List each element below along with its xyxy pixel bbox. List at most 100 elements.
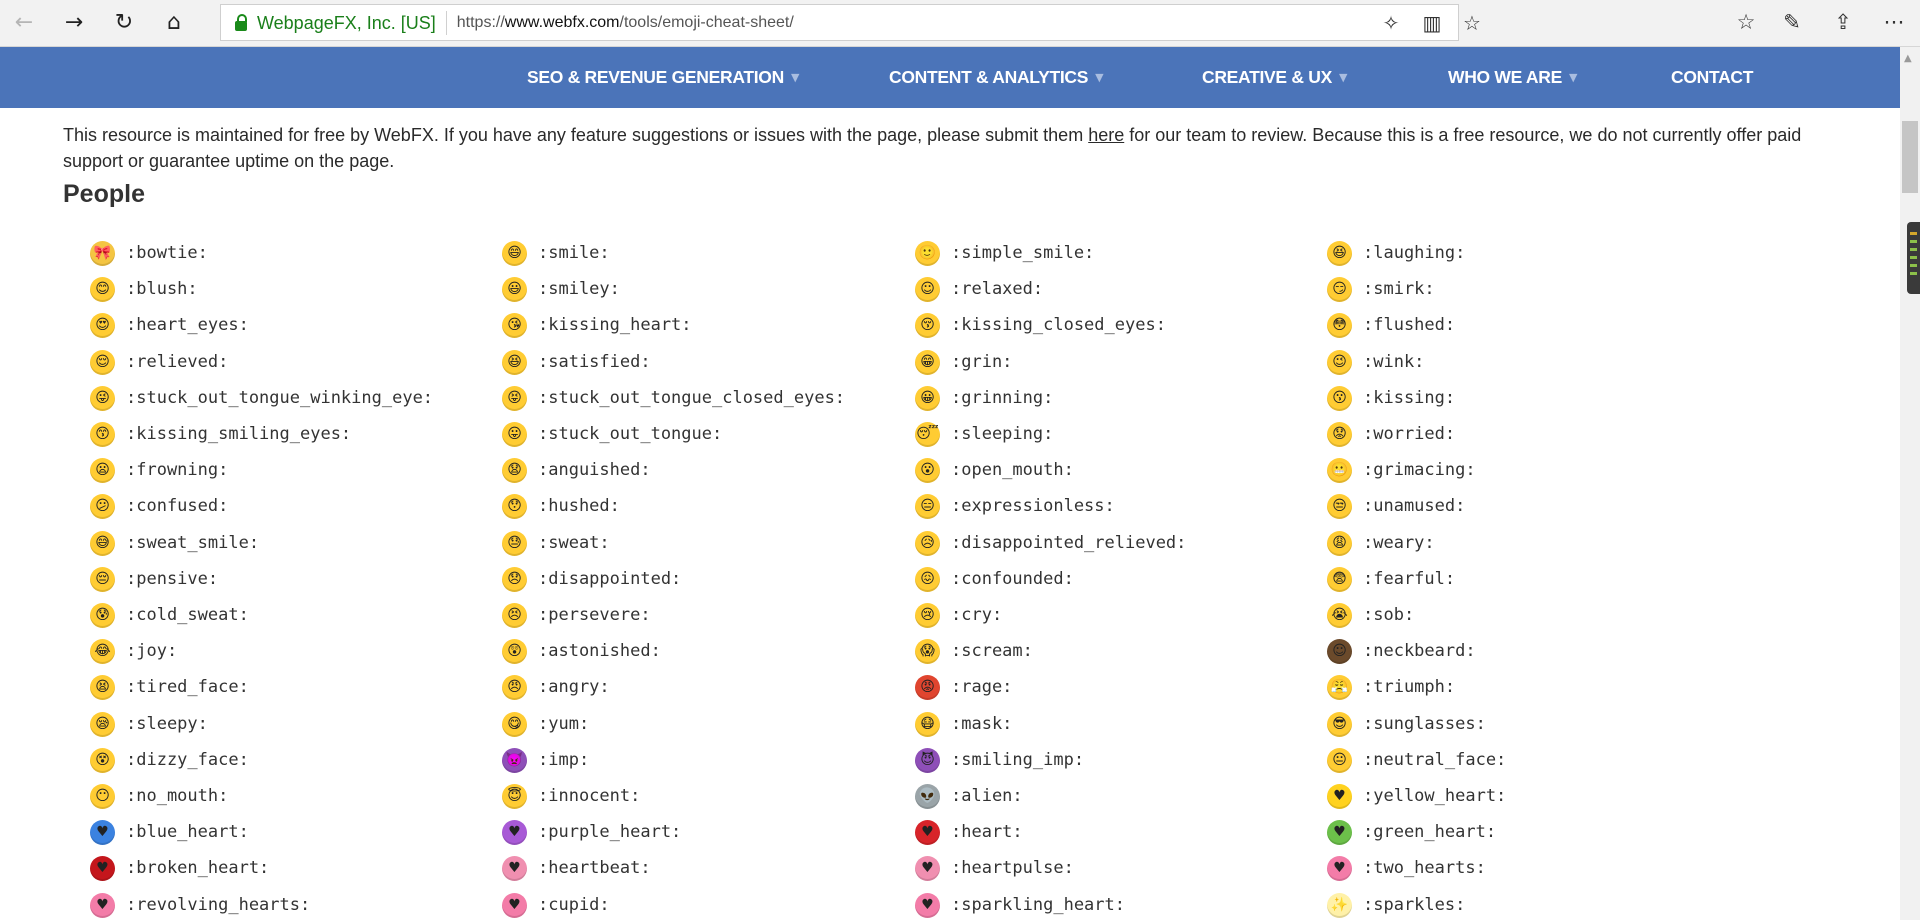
emoji-item[interactable]: 😪:sleepy: bbox=[90, 709, 208, 739]
emoji-item[interactable]: ♥:sparkling_heart: bbox=[915, 890, 1125, 920]
emoji-item[interactable]: 😕:confused: bbox=[90, 491, 228, 521]
emoji-item[interactable]: 😭:sob: bbox=[1327, 600, 1414, 630]
emoji-item[interactable]: ✨:sparkles: bbox=[1327, 890, 1465, 920]
emoji-item[interactable]: 😥:disappointed_relieved: bbox=[915, 528, 1186, 558]
emoji-item[interactable]: 😖:confounded: bbox=[915, 564, 1074, 594]
reading-view-button[interactable]: ▥ bbox=[1414, 5, 1450, 40]
add-favorite-button[interactable]: ☆ bbox=[1454, 5, 1490, 40]
forward-button[interactable]: → bbox=[54, 5, 94, 39]
emoji-item[interactable]: 😆:satisfied: bbox=[502, 347, 651, 377]
emoji-item[interactable]: ♥:green_heart: bbox=[1327, 817, 1496, 847]
site-identity[interactable]: WebpageFX, Inc. [US] bbox=[257, 10, 447, 35]
emoji-item[interactable]: 😰:cold_sweat: bbox=[90, 600, 249, 630]
emoji-item[interactable]: 😞:disappointed: bbox=[502, 564, 681, 594]
emoji-item[interactable]: ♥:cupid: bbox=[502, 890, 610, 920]
address-bar[interactable]: WebpageFX, Inc. [US] https://www.webfx.c… bbox=[220, 4, 1481, 41]
emoji-item[interactable]: 😊:blush: bbox=[90, 274, 198, 304]
emoji-item[interactable]: ♥:yellow_heart: bbox=[1327, 781, 1506, 811]
emoji-item[interactable]: 😙:kissing_smiling_eyes: bbox=[90, 419, 351, 449]
emoji-item[interactable]: 😛:stuck_out_tongue: bbox=[502, 419, 722, 449]
url-text[interactable]: https://www.webfx.com/tools/emoji-cheat-… bbox=[457, 14, 794, 32]
emoji-item[interactable]: 😒:unamused: bbox=[1327, 491, 1465, 521]
emoji-item[interactable]: 😄:smile: bbox=[502, 238, 610, 268]
emoji-item[interactable]: 😬:grimacing: bbox=[1327, 455, 1476, 485]
emoji-item[interactable]: 😳:flushed: bbox=[1327, 310, 1455, 340]
emoji-item[interactable]: 😔:pensive: bbox=[90, 564, 218, 594]
nav-contact[interactable]: CONTACT bbox=[1671, 47, 1753, 108]
emoji-item[interactable]: ♥:blue_heart: bbox=[90, 817, 249, 847]
scroll-up-icon[interactable]: ▲ bbox=[1904, 53, 1912, 64]
emoji-item[interactable]: 😀:grinning: bbox=[915, 383, 1053, 413]
emoji-item[interactable]: ♥:heartpulse: bbox=[915, 853, 1074, 883]
emoji-item[interactable]: 😧:anguished: bbox=[502, 455, 651, 485]
notes-button[interactable]: ✎ bbox=[1772, 6, 1812, 38]
emoji-item[interactable]: 😆:laughing: bbox=[1327, 238, 1465, 268]
nav-who-we-are[interactable]: WHO WE ARE ▼ bbox=[1448, 47, 1577, 108]
emoji-item[interactable]: 😇:innocent: bbox=[502, 781, 640, 811]
emoji-item[interactable]: 👽:alien: bbox=[915, 781, 1023, 811]
home-button[interactable]: ⌂ bbox=[154, 5, 194, 39]
emoji-item[interactable]: 😢:cry: bbox=[915, 600, 1002, 630]
emoji-item[interactable]: 😯:hushed: bbox=[502, 491, 620, 521]
emoji-item[interactable]: 😓:sweat: bbox=[502, 528, 610, 558]
share-button[interactable]: ⇪ bbox=[1823, 6, 1863, 38]
nav-seo-revenue[interactable]: SEO & REVENUE GENERATION ▼ bbox=[527, 47, 799, 108]
emoji-item[interactable]: 😂:joy: bbox=[90, 636, 177, 666]
emoji-item[interactable]: 😐:neutral_face: bbox=[1327, 745, 1506, 775]
emoji-item[interactable]: 👿:imp: bbox=[502, 745, 589, 775]
emoji-item[interactable]: ♥:purple_heart: bbox=[502, 817, 681, 847]
emoji-item[interactable]: 😮:open_mouth: bbox=[915, 455, 1074, 485]
emoji-item[interactable]: 😁:grin: bbox=[915, 347, 1012, 377]
nav-content-analytics[interactable]: CONTENT & ANALYTICS ▼ bbox=[889, 47, 1104, 108]
favorites-hub-button[interactable]: ☆ bbox=[1726, 6, 1766, 38]
emoji-item[interactable]: 😌:relieved: bbox=[90, 347, 228, 377]
scrollbar-thumb[interactable] bbox=[1902, 121, 1918, 193]
emoji-item[interactable]: 😃:smiley: bbox=[502, 274, 620, 304]
side-feedback-widget[interactable] bbox=[1907, 222, 1920, 294]
emoji-item[interactable]: 😈:smiling_imp: bbox=[915, 745, 1084, 775]
emoji-item[interactable]: ☺:relaxed: bbox=[915, 274, 1043, 304]
emoji-item[interactable]: 😗:kissing: bbox=[1327, 383, 1455, 413]
back-button[interactable]: ← bbox=[4, 5, 44, 39]
emoji-item[interactable]: 😝:stuck_out_tongue_closed_eyes: bbox=[502, 383, 845, 413]
more-button[interactable]: ⋯ bbox=[1874, 6, 1914, 38]
emoji-item[interactable]: 😚:kissing_closed_eyes: bbox=[915, 310, 1166, 340]
emoji-item[interactable]: ♥:heartbeat: bbox=[502, 853, 651, 883]
emoji-item[interactable]: 😨:fearful: bbox=[1327, 564, 1455, 594]
emoji-item[interactable]: 😍:heart_eyes: bbox=[90, 310, 249, 340]
emoji-item[interactable]: 😫:tired_face: bbox=[90, 672, 249, 702]
extensions-button[interactable]: ✧ bbox=[1373, 5, 1409, 40]
emoji-item[interactable]: ♥:revolving_hearts: bbox=[90, 890, 310, 920]
page-scrollbar[interactable]: ▲ bbox=[1900, 47, 1920, 920]
emoji-item[interactable]: 😲:astonished: bbox=[502, 636, 661, 666]
emoji-item[interactable]: 😎:sunglasses: bbox=[1327, 709, 1486, 739]
emoji-item[interactable]: 😷:mask: bbox=[915, 709, 1012, 739]
refresh-button[interactable]: ↻ bbox=[104, 5, 144, 39]
emoji-item[interactable]: 😟:worried: bbox=[1327, 419, 1455, 449]
emoji-item[interactable]: ♥:two_hearts: bbox=[1327, 853, 1486, 883]
nav-creative-ux[interactable]: CREATIVE & UX ▼ bbox=[1202, 47, 1347, 108]
emoji-item[interactable]: 😡:rage: bbox=[915, 672, 1012, 702]
emoji-item[interactable]: 😱:scream: bbox=[915, 636, 1033, 666]
emoji-item[interactable]: 😣:persevere: bbox=[502, 600, 651, 630]
emoji-item[interactable]: ☺:neckbeard: bbox=[1327, 636, 1476, 666]
emoji-item[interactable]: 🙂:simple_smile: bbox=[915, 238, 1094, 268]
emoji-item[interactable]: ♥:broken_heart: bbox=[90, 853, 269, 883]
emoji-item[interactable]: 😅:sweat_smile: bbox=[90, 528, 259, 558]
emoji-item[interactable]: 😩:weary: bbox=[1327, 528, 1435, 558]
feedback-link[interactable]: here bbox=[1088, 125, 1124, 145]
emoji-item[interactable]: 😉:wink: bbox=[1327, 347, 1424, 377]
emoji-item[interactable]: 😏:smirk: bbox=[1327, 274, 1435, 304]
emoji-item[interactable]: 😶:no_mouth: bbox=[90, 781, 228, 811]
emoji-item[interactable]: 😵:dizzy_face: bbox=[90, 745, 249, 775]
emoji-item[interactable]: 😘:kissing_heart: bbox=[502, 310, 692, 340]
emoji-item[interactable]: 😜:stuck_out_tongue_winking_eye: bbox=[90, 383, 433, 413]
emoji-item[interactable]: 😋:yum: bbox=[502, 709, 589, 739]
emoji-item[interactable]: 😠:angry: bbox=[502, 672, 610, 702]
emoji-item[interactable]: 😴:sleeping: bbox=[915, 419, 1053, 449]
emoji-item[interactable]: 🎀:bowtie: bbox=[90, 238, 208, 268]
emoji-item[interactable]: ♥:heart: bbox=[915, 817, 1023, 847]
emoji-item[interactable]: 😦:frowning: bbox=[90, 455, 228, 485]
emoji-item[interactable]: 😑:expressionless: bbox=[915, 491, 1115, 521]
emoji-item[interactable]: 😤:triumph: bbox=[1327, 672, 1455, 702]
